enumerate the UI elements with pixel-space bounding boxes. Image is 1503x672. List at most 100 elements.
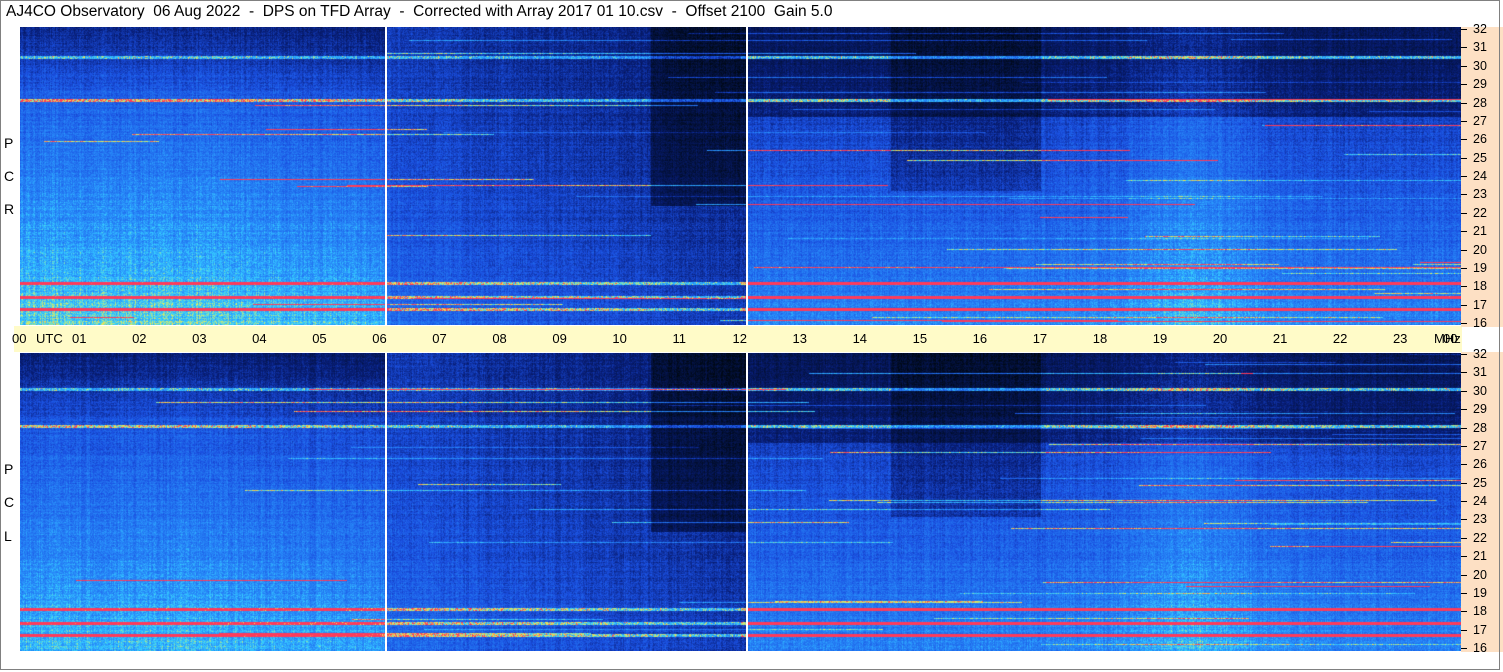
frequency-tick <box>1461 464 1467 466</box>
frequency-tick <box>1461 286 1467 288</box>
lcp-frequency-axis: 32 31 30 29 28 27 26 25 24 23 22 21 20 19 18 17 16 <box>1461 348 1503 655</box>
frequency-tick <box>1461 84 1467 86</box>
utc-tick-label: 02 <box>132 331 147 346</box>
utc-tick-label: 12 <box>732 331 747 346</box>
lcp-spectrogram <box>20 353 1461 651</box>
frequency-tick <box>1461 390 1467 392</box>
utc-tick-label: 23 <box>1392 331 1408 346</box>
utc-time-axis: 00 01 02 03 04 05 06 07 08 09 10 11 12 13 14 15 16 17 18 19… <box>12 326 1462 352</box>
lcp-heatmap <box>20 353 1461 651</box>
frequency-tick-label: 18 <box>1473 604 1487 619</box>
frequency-tick-label: 19 <box>1473 585 1487 600</box>
utc-tick-label: 09 <box>552 331 567 346</box>
utc-tick-label: 07 <box>432 331 447 346</box>
frequency-tick-label: 22 <box>1473 530 1487 545</box>
frequency-tick <box>1461 354 1467 355</box>
frequency-tick-label: 29 <box>1473 77 1487 92</box>
utc-tick-label: 11 <box>672 331 686 346</box>
frequency-tick-label: 31 <box>1473 365 1487 380</box>
frequency-tick <box>1461 592 1467 594</box>
frequency-tick-label: 27 <box>1473 438 1487 453</box>
frequency-tick <box>1461 372 1467 374</box>
plot-title: AJ4CO Observatory 06 Aug 2022 - DPS on T… <box>6 3 833 20</box>
frequency-tick <box>1461 611 1467 613</box>
frequency-tick <box>1461 445 1467 447</box>
frequency-tick-label: 23 <box>1473 512 1487 527</box>
frequency-tick-label: 30 <box>1473 383 1487 398</box>
frequency-tick-label: 31 <box>1473 40 1487 55</box>
frequency-tick-label: 25 <box>1473 475 1487 490</box>
frequency-tick-label: 26 <box>1473 457 1487 472</box>
frequency-tick-label: 16 <box>1473 641 1487 655</box>
frequency-tick <box>1461 212 1467 214</box>
utc-marker-line <box>385 353 388 651</box>
utc-tick-label: 05 <box>312 331 327 346</box>
utc-tick-label: 22 <box>1332 331 1348 346</box>
utc-tick-label: 03 <box>192 331 207 346</box>
utc-tick-label: 21 <box>1272 331 1288 346</box>
frequency-tick-label: 30 <box>1473 58 1487 73</box>
utc-tick-label: 01 <box>72 331 87 346</box>
frequency-tick-label: 21 <box>1473 549 1487 564</box>
rcp-letter-c: C <box>4 168 15 184</box>
utc-tick-label: 15 <box>912 331 928 346</box>
frequency-tick-label: 32 <box>1473 347 1487 361</box>
frequency-tick <box>1461 519 1467 521</box>
utc-tick-label: 13 <box>792 331 807 346</box>
utc-tick-label: 14 <box>852 331 868 346</box>
utc-tick-label: 18 <box>1092 331 1108 346</box>
mhz-unit-label: MHz <box>1434 331 1461 346</box>
frequency-tick <box>1461 120 1467 122</box>
frequency-tick <box>1461 574 1467 576</box>
frequency-tick <box>1461 47 1467 49</box>
frequency-tick <box>1461 194 1467 196</box>
frequency-tick <box>1461 267 1467 269</box>
frequency-tick <box>1461 102 1467 104</box>
frequency-tick <box>1461 29 1467 30</box>
frequency-tick <box>1461 231 1467 233</box>
utc-tick-label: 19 <box>1152 331 1168 346</box>
utc-tick-label: 16 <box>972 331 988 346</box>
frequency-tick <box>1461 629 1467 631</box>
frequency-tick <box>1461 139 1467 141</box>
rcp-heatmap <box>20 27 1461 325</box>
utc-marker-line <box>745 353 748 651</box>
utc-tick-label: 17 <box>1032 331 1048 346</box>
utc-tick-label: 08 <box>492 331 507 346</box>
frequency-tick-label: 20 <box>1473 242 1487 257</box>
frequency-tick-label: 26 <box>1473 132 1487 147</box>
frequency-tick <box>1461 482 1467 484</box>
lcp-letter-l: L <box>4 528 12 544</box>
frequency-tick-label: 28 <box>1473 420 1487 435</box>
frequency-tick-label: 23 <box>1473 187 1487 202</box>
frequency-tick-label: 16 <box>1473 316 1487 330</box>
utc-tick-label: 00 <box>12 331 27 346</box>
utc-marker-line <box>745 27 748 325</box>
rcp-letter-r: R <box>4 201 15 217</box>
frequency-tick-label: 24 <box>1473 494 1487 508</box>
frequency-tick <box>1461 648 1467 649</box>
frequency-tick-label: 25 <box>1473 150 1487 165</box>
frequency-tick <box>1461 501 1467 502</box>
frequency-tick-label: 32 <box>1473 22 1487 36</box>
lcp-letter-p: P <box>4 461 14 477</box>
rcp-frequency-axis: 32 31 30 29 28 27 26 25 24 23 22 21 20 19 18 17 16 <box>1461 23 1503 330</box>
frequency-tick-label: 22 <box>1473 205 1487 220</box>
frequency-tick-label: 17 <box>1473 297 1487 312</box>
frequency-tick <box>1461 65 1467 67</box>
lcp-letter-c: C <box>4 494 15 510</box>
frequency-tick <box>1461 157 1467 159</box>
frequency-tick-label: 27 <box>1473 113 1487 128</box>
frequency-tick-label: 24 <box>1473 169 1487 183</box>
utc-tick-label: 06 <box>372 331 387 346</box>
frequency-tick-label: 17 <box>1473 622 1487 637</box>
rcp-spectrogram <box>20 27 1461 325</box>
frequency-tick <box>1461 304 1467 306</box>
rcp-letter-p: P <box>4 135 14 151</box>
frequency-tick <box>1461 427 1467 429</box>
frequency-tick-label: 18 <box>1473 279 1487 294</box>
utc-tick-label: 20 <box>1212 331 1228 346</box>
frequency-tick <box>1461 176 1467 177</box>
frequency-tick <box>1461 409 1467 411</box>
frequency-tick <box>1461 537 1467 539</box>
